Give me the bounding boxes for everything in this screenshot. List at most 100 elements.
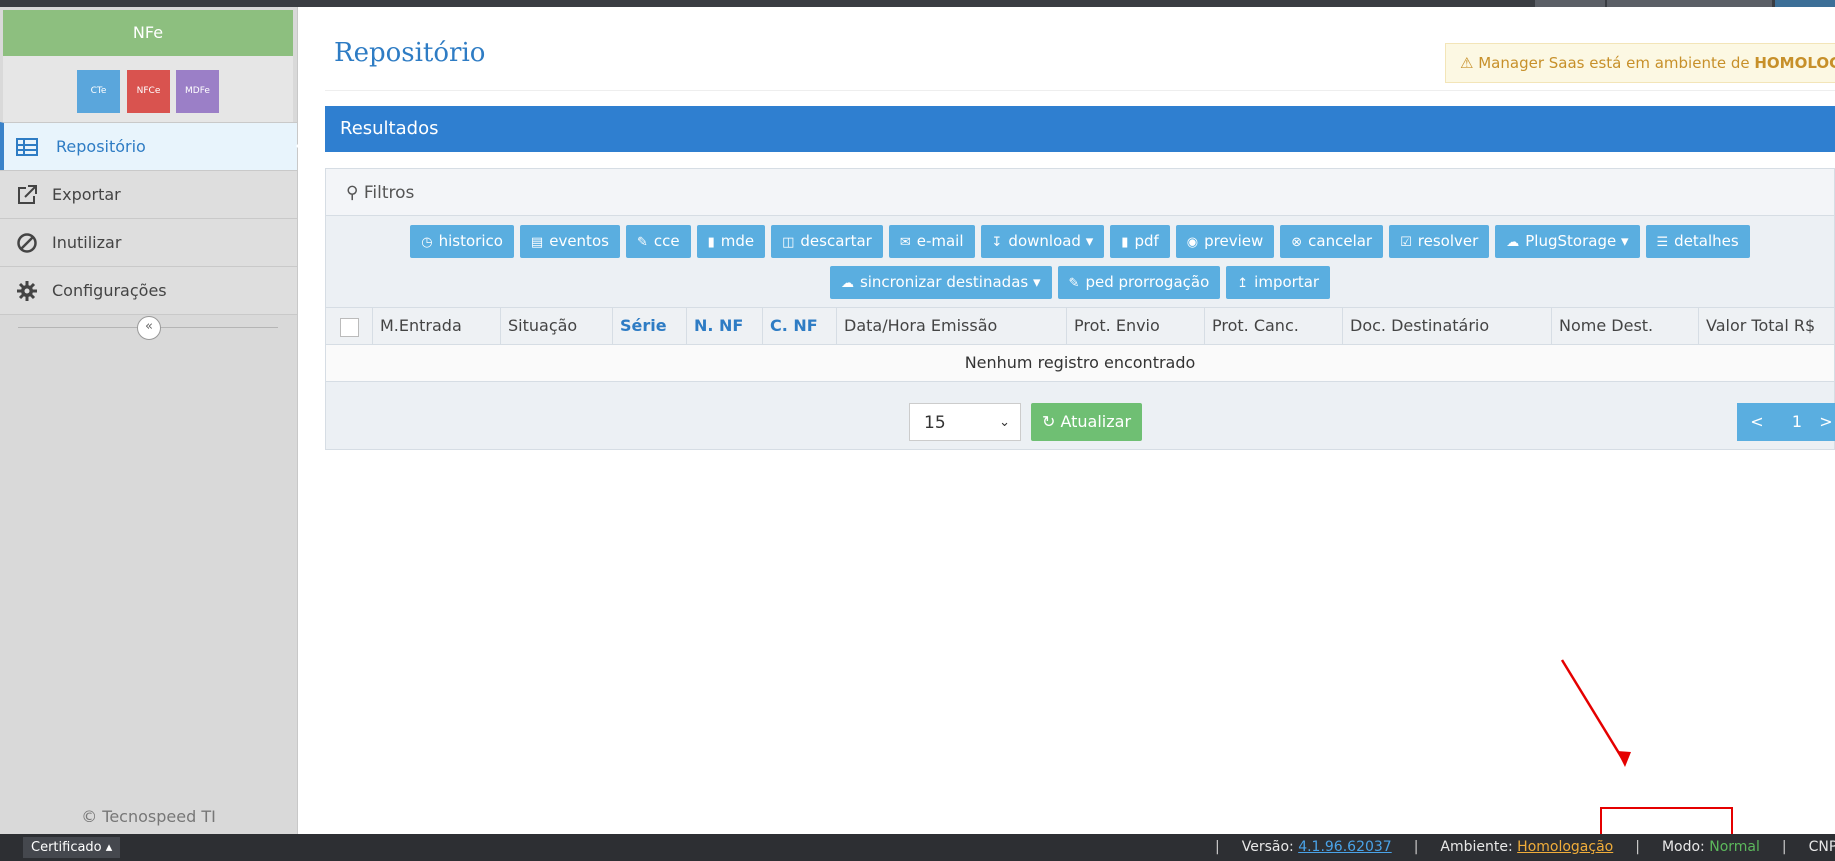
button-label: sincronizar destinadas bbox=[859, 273, 1029, 291]
button-label: Atualizar bbox=[1060, 412, 1132, 431]
status-bar: Certificado ▴ | Versão: 4.1.96.62037 | Ambi… bbox=[0, 834, 1835, 861]
column-header[interactable]: Nome Dest. bbox=[1551, 308, 1698, 344]
button-label: cce bbox=[653, 232, 680, 250]
sincronizar-destinadas-button[interactable]: ☁ sincronizar destinadas ▾ bbox=[829, 266, 1052, 299]
download-icon: ↧ bbox=[991, 235, 1003, 250]
top-bar-segment bbox=[1607, 0, 1772, 7]
separator: | bbox=[1413, 839, 1419, 855]
sidebar-item-exportar[interactable]: Exportar bbox=[0, 170, 297, 218]
divider bbox=[325, 90, 1835, 91]
table-icon bbox=[16, 138, 38, 156]
download-button[interactable]: ↧ download ▾ bbox=[980, 225, 1105, 258]
sidebar-item-label: Configurações bbox=[52, 281, 167, 300]
pencil-icon: ✎ bbox=[1068, 276, 1080, 291]
pdf-button[interactable]: ▮ pdf bbox=[1110, 225, 1170, 258]
sidebar-item-inutilizar[interactable]: Inutilizar bbox=[0, 218, 297, 266]
column-header[interactable]: M.Entrada bbox=[372, 308, 500, 344]
results-panel: ⚲ Filtros ◷ historico ▤ eventos ✎ cce ▮ mde ◫ des… bbox=[325, 168, 1835, 450]
active-indicator bbox=[296, 133, 309, 159]
button-label: mde bbox=[720, 232, 755, 250]
historico-button[interactable]: ◷ historico bbox=[410, 225, 514, 258]
button-label: PlugStorage bbox=[1525, 232, 1617, 250]
detalhes-button[interactable]: ☰ detalhes bbox=[1645, 225, 1750, 258]
caret-down-icon: ▾ bbox=[1085, 232, 1094, 250]
refresh-button[interactable]: ↻ Atualizar bbox=[1031, 403, 1142, 441]
button-label: importar bbox=[1254, 273, 1320, 291]
column-header[interactable]: Prot. Canc. bbox=[1204, 308, 1342, 344]
cancelar-button[interactable]: ⊗ cancelar bbox=[1280, 225, 1384, 258]
sidebar-item-configuracoes[interactable]: Configurações bbox=[0, 266, 297, 315]
column-header[interactable]: Doc. Destinatário bbox=[1342, 308, 1551, 344]
column-header[interactable]: Série bbox=[612, 308, 686, 344]
environment-link[interactable]: Homologação bbox=[1517, 839, 1613, 855]
email-button[interactable]: ✉ e-mail bbox=[888, 225, 975, 258]
upload-icon: ↥ bbox=[1237, 276, 1249, 291]
external-link-icon bbox=[18, 185, 37, 204]
top-bar bbox=[0, 0, 1835, 7]
sidebar-item-label: Inutilizar bbox=[52, 233, 122, 252]
top-bar-segment bbox=[1775, 0, 1835, 7]
column-header[interactable]: C. NF bbox=[762, 308, 836, 344]
module-cte-button[interactable]: CTe bbox=[77, 70, 120, 113]
plugstorage-button[interactable]: ☁ PlugStorage ▾ bbox=[1495, 225, 1640, 258]
alert-environment: HOMOLOGAÇÃ bbox=[1754, 54, 1835, 72]
button-label: descartar bbox=[800, 232, 872, 250]
trash-icon: ◫ bbox=[782, 235, 795, 250]
caret-up-icon: ▴ bbox=[105, 840, 113, 855]
list-icon: ☰ bbox=[1656, 235, 1669, 250]
sidebar-item-label: Exportar bbox=[52, 185, 121, 204]
ban-icon bbox=[17, 233, 37, 253]
cnpj-label: CNPJ: bbox=[1808, 839, 1835, 855]
pagination-page[interactable]: 1 bbox=[1777, 403, 1817, 441]
sidebar-item-repositorio[interactable]: Repositório bbox=[0, 122, 309, 170]
version-link[interactable]: 4.1.96.62037 bbox=[1298, 839, 1392, 855]
gear-icon bbox=[17, 281, 37, 301]
column-header[interactable]: N. NF bbox=[686, 308, 762, 344]
select-all-checkbox[interactable] bbox=[340, 318, 359, 337]
warning-icon: ⚠ bbox=[1460, 54, 1474, 72]
pagination-prev[interactable]: < bbox=[1737, 403, 1777, 441]
envelope-icon: ✉ bbox=[899, 235, 911, 250]
filters-label: Filtros bbox=[363, 183, 415, 203]
button-label: e-mail bbox=[916, 232, 964, 250]
caret-down-icon: ▾ bbox=[1620, 232, 1629, 250]
preview-button[interactable]: ◉ preview bbox=[1175, 225, 1275, 258]
eventos-button[interactable]: ▤ eventos bbox=[519, 225, 620, 258]
module-mdfe-button[interactable]: MDFe bbox=[176, 70, 219, 113]
results-header: Resultados bbox=[325, 106, 1835, 152]
column-header[interactable]: Situação bbox=[500, 308, 612, 344]
column-header[interactable]: Data/Hora Emissão bbox=[836, 308, 1066, 344]
cancel-circle-icon: ⊗ bbox=[1291, 235, 1303, 250]
importar-button[interactable]: ↥ importar bbox=[1226, 266, 1331, 299]
environment-alert: ⚠ Manager Saas está em ambiente de HOMOL… bbox=[1445, 43, 1835, 83]
eye-icon: ◉ bbox=[1186, 235, 1199, 250]
alert-text: Manager Saas está em ambiente de bbox=[1478, 54, 1755, 72]
separator: | bbox=[1781, 839, 1787, 855]
button-label: detalhes bbox=[1674, 232, 1739, 250]
certificate-button[interactable]: Certificado ▴ bbox=[23, 837, 121, 858]
column-header[interactable]: Prot. Envio bbox=[1066, 308, 1204, 344]
resolver-button[interactable]: ☑ resolver bbox=[1389, 225, 1490, 258]
page-title: Repositório bbox=[334, 38, 486, 68]
descartar-button[interactable]: ◫ descartar bbox=[771, 225, 883, 258]
clock-icon: ◷ bbox=[421, 235, 433, 250]
module-nfce-button[interactable]: NFCe bbox=[127, 70, 170, 113]
pagination-next[interactable]: > bbox=[1817, 403, 1835, 441]
page-size-select[interactable]: 15 ⌄ bbox=[909, 403, 1021, 441]
button-label: eventos bbox=[549, 232, 609, 250]
collapse-sidebar-button[interactable]: « bbox=[137, 316, 161, 340]
column-header[interactable]: Valor Total R$ bbox=[1698, 308, 1834, 344]
button-label: cancelar bbox=[1308, 232, 1373, 250]
empty-message: Nenhum registro encontrado bbox=[326, 345, 1834, 382]
list-icon: ▤ bbox=[530, 235, 544, 250]
filters-toggle[interactable]: ⚲ Filtros bbox=[326, 169, 1834, 216]
cce-button[interactable]: ✎ cce bbox=[625, 225, 691, 258]
action-toolbar-row-2: ☁ sincronizar destinadas ▾ ✎ ped prorrogaçã… bbox=[326, 266, 1834, 299]
mde-button[interactable]: ▮ mde bbox=[696, 225, 766, 258]
separator: | bbox=[1215, 839, 1220, 855]
button-label: ped prorrogação bbox=[1085, 273, 1210, 291]
cloud-download-icon: ☁ bbox=[840, 276, 854, 291]
button-label: download bbox=[1008, 232, 1081, 250]
ped-prorrogacao-button[interactable]: ✎ ped prorrogação bbox=[1057, 266, 1221, 299]
pencil-icon: ✎ bbox=[636, 235, 648, 250]
